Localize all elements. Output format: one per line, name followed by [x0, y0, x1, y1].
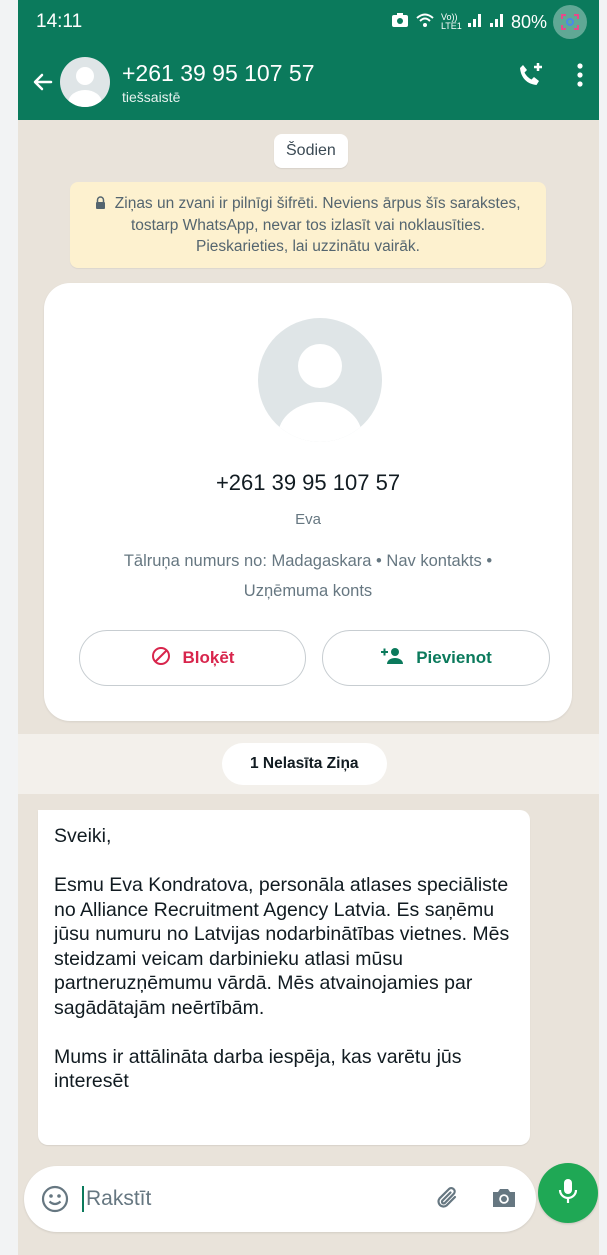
status-bar: 14:11 Vo)) LTE1 80% — [18, 0, 599, 44]
block-icon — [151, 646, 171, 671]
top-bar: 14:11 Vo)) LTE1 80% +261 39 95 107 57 ti… — [18, 0, 599, 120]
mic-icon — [557, 1177, 579, 1210]
lens-icon[interactable] — [553, 5, 587, 39]
card-info: Tālruņa numurs no: Madagaskara • Nav kon… — [123, 552, 493, 600]
signal-icon — [467, 12, 483, 32]
text-cursor — [82, 1186, 84, 1212]
mic-button[interactable] — [538, 1163, 598, 1223]
back-arrow-icon[interactable] — [28, 70, 58, 94]
avatar[interactable] — [60, 57, 110, 107]
avatar-icon — [258, 318, 382, 442]
chat-header: +261 39 95 107 57 tiešsaistē — [18, 44, 599, 120]
incoming-message[interactable]: Sveiki, Esmu Eva Kondratova, personāla a… — [38, 810, 530, 1145]
signal-icon-2 — [489, 12, 505, 32]
add-label: Pievienot — [416, 648, 492, 667]
encryption-notice-text: Ziņas un zvani ir pilnīgi šifrēti. Nevie… — [114, 195, 521, 255]
header-actions — [517, 62, 583, 93]
battery-level: 80% — [510, 11, 547, 32]
status-icons: Vo)) LTE1 80% — [391, 5, 587, 39]
message-text: Sveiki, Esmu Eva Kondratova, personāla a… — [54, 825, 510, 1092]
unread-banner: 1 Nelasīta Ziņa — [18, 734, 599, 794]
more-vertical-icon[interactable] — [577, 63, 583, 92]
date-chip: Šodien — [274, 134, 348, 168]
message-input[interactable] — [86, 1187, 386, 1211]
phone-screen: 14:11 Vo)) LTE1 80% +261 39 95 107 57 ti… — [18, 0, 599, 1255]
card-name: Eva — [295, 511, 321, 528]
network-label: Vo)) LTE1 — [440, 12, 462, 31]
attach-icon[interactable] — [434, 1184, 462, 1217]
notification-icon — [391, 12, 409, 32]
contact-status: tiešsaistē — [122, 89, 181, 105]
contact-title: +261 39 95 107 57 — [122, 60, 315, 86]
add-contact-button[interactable]: Pievienot — [322, 630, 550, 686]
camera-icon[interactable] — [490, 1185, 518, 1216]
chat-area[interactable]: Šodien Ziņas un zvani ir pilnīgi šifrēti… — [18, 120, 599, 1150]
message-composer — [24, 1166, 536, 1232]
add-call-icon[interactable] — [517, 62, 543, 93]
card-phone: +261 39 95 107 57 — [215, 470, 401, 495]
wifi-icon — [415, 12, 435, 32]
unread-chip: 1 Nelasīta Ziņa — [222, 743, 387, 785]
block-button[interactable]: Bloķēt — [79, 630, 306, 686]
lock-icon — [95, 194, 106, 215]
contact-info[interactable]: +261 39 95 107 57 tiešsaistē — [122, 59, 315, 105]
add-person-icon — [380, 647, 404, 670]
encryption-notice[interactable]: Ziņas un zvani ir pilnīgi šifrēti. Nevie… — [70, 182, 546, 268]
contact-card: +261 39 95 107 57 Eva Tālruņa numurs no:… — [44, 283, 572, 721]
status-time: 14:11 — [36, 11, 83, 32]
block-label: Bloķēt — [182, 648, 235, 667]
emoji-icon[interactable] — [40, 1184, 70, 1214]
